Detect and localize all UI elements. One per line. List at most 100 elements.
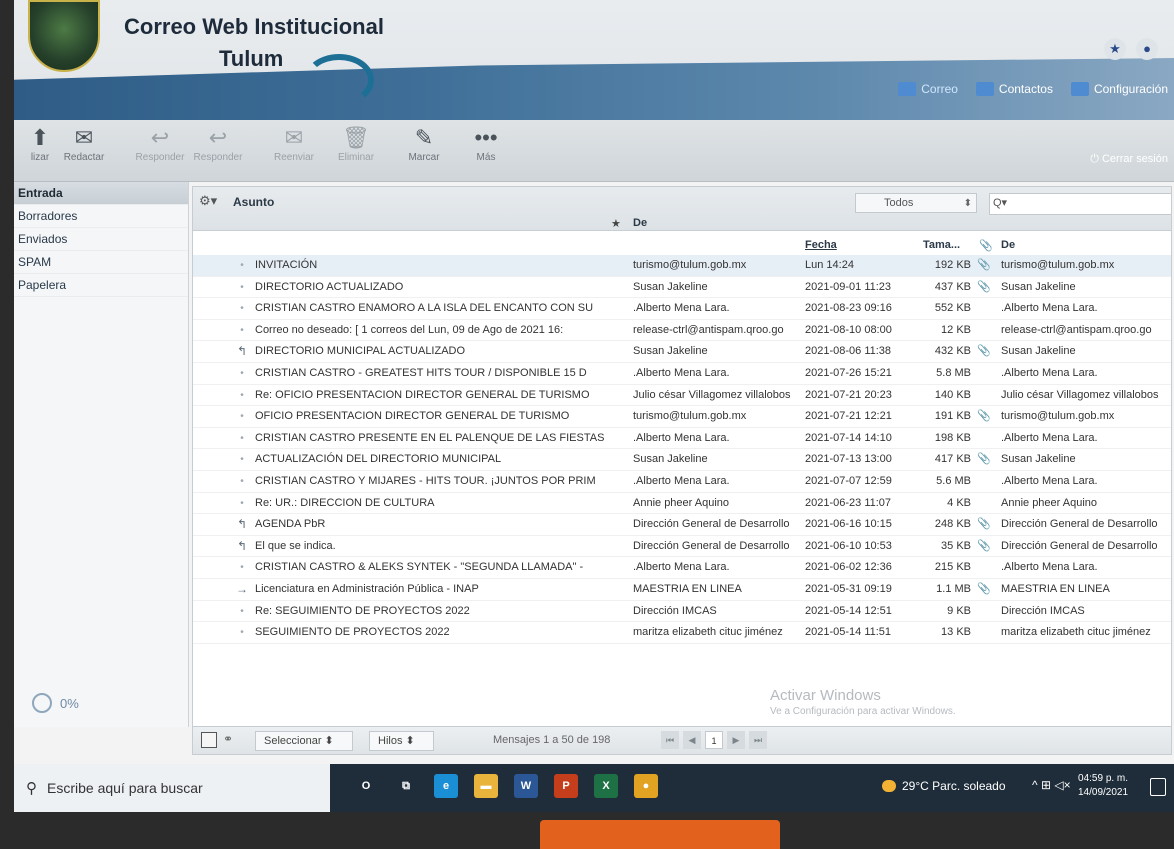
table-row[interactable]: • ACTUALIZACIÓN DEL DIRECTORIO MUNICIPAL S… bbox=[193, 449, 1171, 471]
clock[interactable]: 04:59 p. m. 14/09/2021 bbox=[1078, 772, 1128, 800]
table-row[interactable]: • INVITACIÓN turismo@tulum.gob.mx Lun 14:24… bbox=[193, 255, 1171, 277]
folder-entrada[interactable]: Entrada bbox=[14, 182, 188, 205]
page-number[interactable]: 1 bbox=[705, 731, 723, 749]
windows-activation-watermark: Activar Windows Ve a Configuración para … bbox=[770, 688, 956, 720]
table-row[interactable]: → Licenciatura en Administración Pública … bbox=[193, 579, 1171, 601]
system-tray[interactable]: ^ ⊞ ◁× bbox=[1032, 778, 1071, 792]
logout-button[interactable]: ⏻ Cerrar sesión bbox=[1090, 153, 1168, 166]
row-subject: CRISTIAN CASTRO & ALEKS SYNTEK - "SEGUND… bbox=[255, 561, 584, 574]
weather-widget[interactable]: 29°C Parc. soleado bbox=[882, 779, 1006, 793]
table-row[interactable]: • Re: OFICIO PRESENTACION DIRECTOR GENERA… bbox=[193, 385, 1171, 407]
row-date: 2021-08-06 11:38 bbox=[805, 345, 892, 358]
column-from[interactable]: De bbox=[633, 217, 647, 229]
taskbar-search[interactable]: ⚲ Escribe aquí para buscar bbox=[14, 764, 330, 812]
nav-contactos[interactable]: Contactos bbox=[975, 82, 1053, 96]
row-status-icon: • bbox=[240, 432, 244, 444]
row-from-2: Dirección General de Desarrollo bbox=[1001, 518, 1158, 531]
cortana-icon[interactable]: O bbox=[354, 774, 378, 798]
row-status-icon: • bbox=[240, 389, 244, 401]
bookmark-star-icon[interactable]: ★ bbox=[1104, 38, 1126, 60]
folder-papelera[interactable]: Papelera bbox=[14, 274, 188, 297]
attachment-icon: 📎 bbox=[977, 582, 991, 595]
filter-select[interactable]: Todos ⬍ bbox=[855, 193, 977, 213]
column-attachment-icon[interactable]: 📎 bbox=[979, 239, 993, 252]
row-size: 417 KB bbox=[934, 453, 971, 466]
column-from-2[interactable]: De bbox=[1001, 239, 1015, 251]
column-size[interactable]: Tama... bbox=[923, 239, 960, 251]
row-subject: OFICIO PRESENTACION DIRECTOR GENERAL DE … bbox=[255, 410, 570, 423]
table-row[interactable]: • Correo no deseado: [ 1 correos del Lun,… bbox=[193, 320, 1171, 342]
row-subject: INVITACIÓN bbox=[255, 259, 318, 271]
row-from: Dirección IMCAS bbox=[633, 604, 717, 617]
thread-view-icon[interactable]: ⚭ bbox=[223, 732, 233, 746]
row-size: 215 KB bbox=[934, 561, 971, 574]
toolbar-marcar-button[interactable]: ✎ Marcar bbox=[398, 124, 450, 163]
column-flagged-star-icon[interactable]: ★ bbox=[611, 217, 621, 230]
row-size: 35 KB bbox=[941, 539, 971, 552]
gear-icon bbox=[1070, 82, 1089, 96]
photo-frame: Correo Web Institucional Tulum ★ ● Corre… bbox=[0, 0, 1174, 849]
column-subject[interactable]: Asunto bbox=[233, 195, 274, 209]
column-date[interactable]: Fecha bbox=[805, 239, 837, 251]
search-icon[interactable]: Q▾ bbox=[993, 196, 1007, 209]
quota-indicator: 0% bbox=[32, 693, 79, 713]
table-row[interactable]: ↰ El que se indica. Dirección General de D… bbox=[193, 536, 1171, 558]
table-row[interactable]: • CRISTIAN CASTRO Y MIJARES - HITS TOUR. … bbox=[193, 471, 1171, 493]
list-options-gear-icon[interactable]: ⚙▾ bbox=[199, 193, 217, 209]
table-row[interactable]: ↰ DIRECTORIO MUNICIPAL ACTUALIZADO Susan J… bbox=[193, 341, 1171, 363]
toolbar-reenviar-button[interactable]: ✉ Reenviar bbox=[268, 124, 320, 163]
toolbar-más-button[interactable]: ••• Más bbox=[460, 124, 512, 163]
filter-value: Todos bbox=[884, 197, 914, 209]
excel-icon[interactable]: X bbox=[594, 774, 618, 798]
row-from-2: maritza elizabeth cituc jiménez bbox=[1001, 626, 1151, 639]
row-from-2: Dirección IMCAS bbox=[1001, 604, 1085, 617]
toolbar-responder-button[interactable]: ↩ Responder bbox=[192, 124, 244, 163]
row-subject: CRISTIAN CASTRO - GREATEST HITS TOUR / D… bbox=[255, 366, 587, 379]
table-row[interactable]: • CRISTIAN CASTRO - GREATEST HITS TOUR / … bbox=[193, 363, 1171, 385]
table-row[interactable]: • CRISTIAN CASTRO & ALEKS SYNTEK - "SEGUN… bbox=[193, 557, 1171, 579]
notification-center-icon[interactable] bbox=[1150, 778, 1166, 796]
table-row[interactable]: ↰ AGENDA PbR Dirección General de Desarrol… bbox=[193, 514, 1171, 536]
row-status-icon: • bbox=[240, 562, 244, 574]
folder-spam[interactable]: SPAM bbox=[14, 251, 188, 274]
edge-icon[interactable]: e bbox=[434, 774, 458, 798]
task-view-icon[interactable]: ⧉ bbox=[394, 774, 418, 798]
word-icon[interactable]: W bbox=[514, 774, 538, 798]
search-input[interactable] bbox=[989, 193, 1171, 215]
next-page-icon[interactable]: ▶ bbox=[727, 731, 745, 749]
row-size: 12 KB bbox=[941, 323, 971, 336]
list-header: ⚙▾ Asunto Todos ⬍ Q▾ ★ De bbox=[193, 187, 1171, 231]
row-size: 192 KB bbox=[934, 259, 971, 271]
profile-icon[interactable]: ● bbox=[1136, 38, 1158, 60]
row-subject: CRISTIAN CASTRO ENAMORO A LA ISLA DEL EN… bbox=[255, 302, 594, 315]
row-date: 2021-07-14 14:10 bbox=[805, 431, 892, 444]
list-view-icon[interactable] bbox=[201, 732, 217, 748]
table-row[interactable]: • Re: UR.: DIRECCION DE CULTURA Annie phee… bbox=[193, 493, 1171, 515]
table-row[interactable]: • CRISTIAN CASTRO PRESENTE EN EL PALENQUE… bbox=[193, 428, 1171, 450]
toolbar-eliminar-button[interactable]: 🗑 Eliminar bbox=[330, 124, 382, 163]
toolbar-glyph-icon: ✉ bbox=[74, 125, 94, 150]
chrome-icon[interactable]: ● bbox=[634, 774, 658, 798]
toolbar-responder-button[interactable]: ↩ Responder bbox=[134, 124, 186, 163]
table-row[interactable]: • DIRECTORIO ACTUALIZADO Susan Jakeline 202… bbox=[193, 277, 1171, 299]
row-subject: Licenciatura en Administración Pública -… bbox=[255, 582, 479, 595]
nav-correo[interactable]: Correo bbox=[898, 82, 958, 96]
nav-configuracin[interactable]: Configuración bbox=[1070, 82, 1168, 96]
row-status-icon: ↰ bbox=[236, 517, 248, 532]
table-row[interactable]: • Re: SEGUIMIENTO DE PROYECTOS 2022 Direcc… bbox=[193, 601, 1171, 623]
folder-borradores[interactable]: Borradores bbox=[14, 205, 188, 228]
prev-page-icon[interactable]: ◀ bbox=[683, 731, 701, 749]
first-page-icon[interactable]: ⏮ bbox=[661, 731, 679, 749]
table-row[interactable]: • CRISTIAN CASTRO ENAMORO A LA ISLA DEL E… bbox=[193, 298, 1171, 320]
select-dropdown[interactable]: Seleccionar ⬍ bbox=[255, 731, 353, 751]
toolbar-glyph-icon: 🗑 bbox=[342, 125, 370, 150]
toolbar-redactar-button[interactable]: ✉ Redactar bbox=[58, 124, 110, 163]
last-page-icon[interactable]: ⏭ bbox=[749, 731, 767, 749]
threads-dropdown[interactable]: Hilos ⬍ bbox=[369, 731, 434, 751]
folder-enviados[interactable]: Enviados bbox=[14, 228, 188, 251]
file-explorer-icon[interactable]: ▬ bbox=[474, 774, 498, 798]
row-from-2: .Alberto Mena Lara. bbox=[1001, 561, 1098, 574]
table-row[interactable]: • OFICIO PRESENTACION DIRECTOR GENERAL DE… bbox=[193, 406, 1171, 428]
powerpoint-icon[interactable]: P bbox=[554, 774, 578, 798]
table-row[interactable]: • SEGUIMIENTO DE PROYECTOS 2022 maritza el… bbox=[193, 622, 1171, 644]
